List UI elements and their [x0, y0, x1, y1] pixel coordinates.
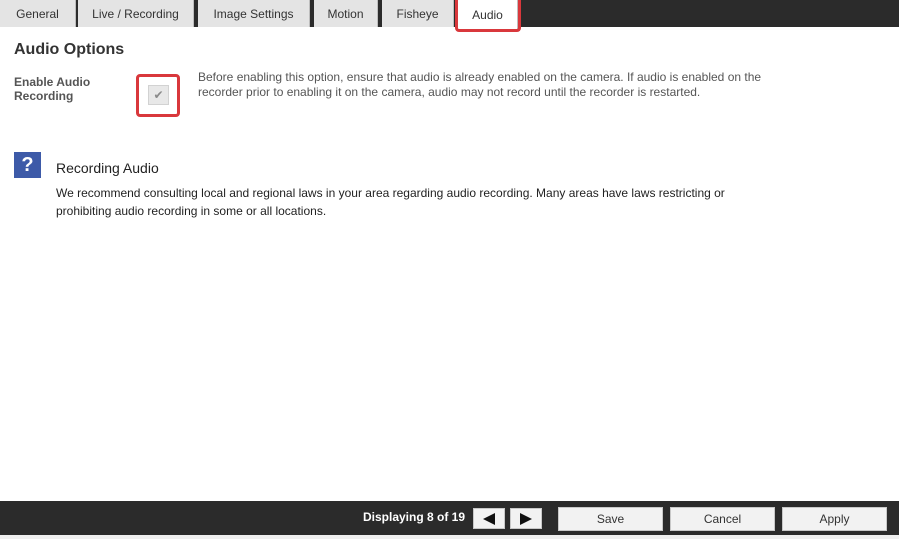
arrow-right-icon: [520, 512, 532, 525]
arrow-left-icon: [483, 512, 495, 525]
tab-live-recording[interactable]: Live / Recording: [78, 0, 194, 27]
tab-general[interactable]: General: [0, 0, 76, 27]
option-description: Before enabling this option, ensure that…: [198, 70, 762, 99]
tab-bar: General Live / Recording Image Settings …: [0, 0, 899, 29]
help-text: We recommend consulting local and region…: [56, 186, 725, 218]
tab-fisheye[interactable]: Fisheye: [382, 0, 454, 27]
question-icon: ?: [14, 152, 41, 178]
tab-motion[interactable]: Motion: [314, 0, 378, 27]
section-title: Audio Options: [14, 41, 125, 58]
help-title: Recording Audio: [56, 160, 159, 176]
previous-button[interactable]: [473, 508, 505, 529]
tab-image-settings[interactable]: Image Settings: [198, 0, 310, 27]
next-button[interactable]: [510, 508, 542, 529]
enable-audio-recording-checkbox[interactable]: ✔: [148, 85, 169, 105]
display-count: Displaying 8 of 19: [363, 510, 466, 524]
tab-audio[interactable]: Audio: [458, 0, 518, 29]
checkmark-icon: ✔: [153, 88, 164, 102]
cancel-button[interactable]: Cancel: [670, 507, 775, 531]
enable-audio-recording-label: Enable Audio Recording: [14, 75, 91, 103]
footer-strip: [0, 535, 899, 539]
save-button[interactable]: Save: [558, 507, 663, 531]
apply-button[interactable]: Apply: [782, 507, 887, 531]
